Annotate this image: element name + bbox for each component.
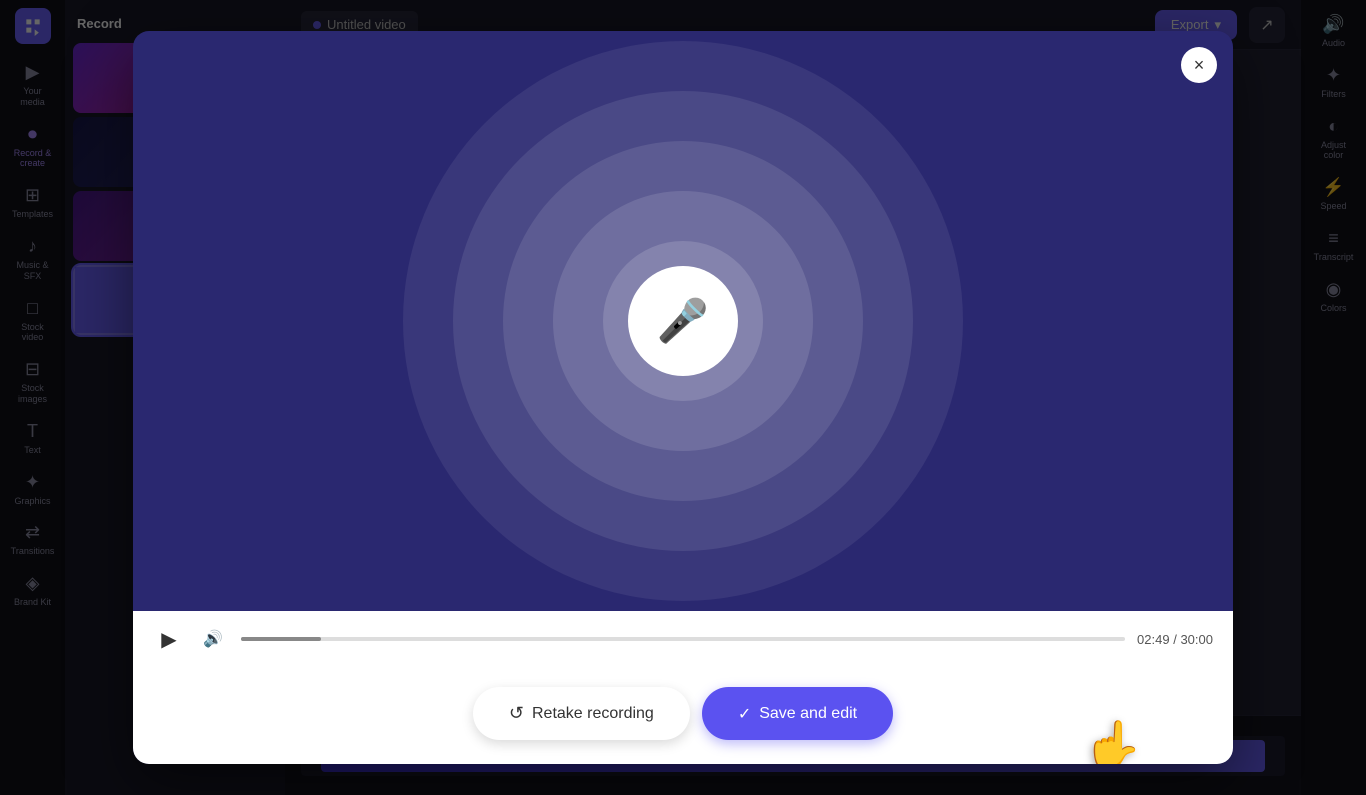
close-icon: × (1194, 55, 1205, 76)
retake-recording-button[interactable]: ↺ Retake recording (473, 687, 690, 740)
player-controls: ▶ 🔊 02:49 / 30:00 (133, 611, 1233, 667)
recording-modal: × 🎤 ▶ 🔊 02:49 (133, 31, 1233, 764)
total-time: 30:00 (1180, 632, 1213, 647)
save-label: Save and edit (759, 705, 857, 723)
play-icon: ▶ (161, 627, 176, 652)
retake-icon: ↺ (509, 703, 524, 724)
progress-bar[interactable] (241, 637, 1125, 641)
action-buttons-area: ↺ Retake recording ✓ Save and edit 👆 (133, 667, 1233, 764)
current-time: 02:49 (1137, 632, 1170, 647)
play-button[interactable]: ▶ (153, 623, 185, 655)
volume-icon: 🔊 (203, 629, 223, 649)
recording-visual: 🎤 (133, 31, 1233, 611)
volume-button[interactable]: 🔊 (197, 623, 229, 655)
microphone-button: 🎤 (628, 266, 738, 376)
check-icon: ✓ (738, 704, 751, 724)
cursor-hand: 👆 (1083, 717, 1143, 764)
mic-icon: 🎤 (657, 297, 709, 346)
retake-label: Retake recording (532, 705, 654, 723)
modal-close-button[interactable]: × (1181, 47, 1217, 83)
time-display: 02:49 / 30:00 (1137, 632, 1213, 647)
save-and-edit-button[interactable]: ✓ Save and edit (702, 687, 893, 740)
progress-fill (241, 637, 321, 641)
modal-overlay: × 🎤 ▶ 🔊 02:49 (0, 0, 1366, 795)
